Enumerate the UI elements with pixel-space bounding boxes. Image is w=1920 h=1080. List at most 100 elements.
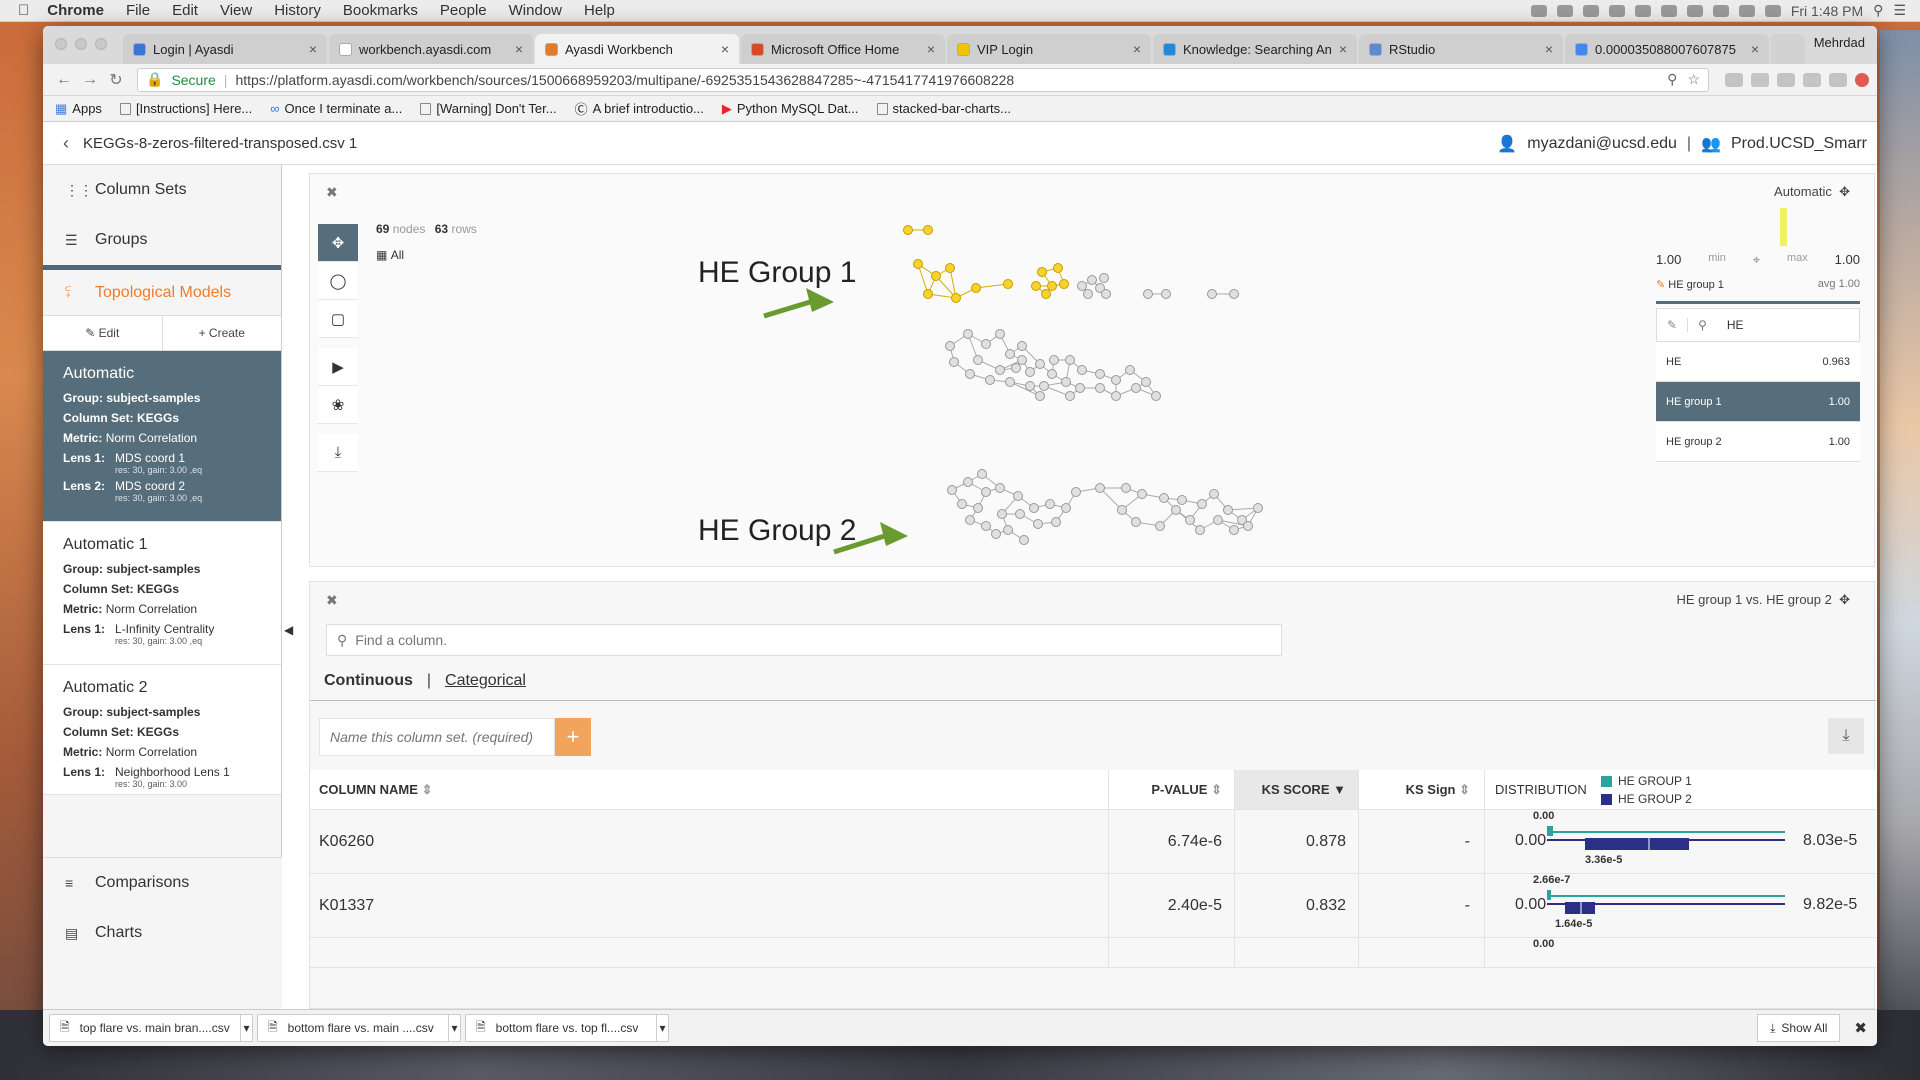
header-column-name[interactable]: COLUMN NAME ⇕ <box>310 782 1108 798</box>
graph-node[interactable] <box>949 357 959 367</box>
close-tab-icon[interactable]: × <box>721 41 729 57</box>
graph-node[interactable] <box>923 289 933 299</box>
graph-node[interactable] <box>1209 489 1219 499</box>
bookmark-item[interactable]: ∞ Once I terminate a... <box>270 101 402 116</box>
close-tab-icon[interactable]: × <box>1133 41 1141 57</box>
header-p-value[interactable]: P-VALUE ⇕ <box>1108 770 1234 809</box>
bookmark-apps[interactable]: ▦ Apps <box>55 101 102 117</box>
graph-node[interactable] <box>1171 505 1181 515</box>
sidebar-item-groups[interactable]: ☰ Groups <box>43 215 281 265</box>
graph-node[interactable] <box>973 503 983 513</box>
graph-node[interactable] <box>997 509 1007 519</box>
graph-node[interactable] <box>1071 487 1081 497</box>
graph-node[interactable] <box>1195 525 1205 535</box>
create-model-button[interactable]: + Create <box>161 316 282 350</box>
tray-icon[interactable] <box>1582 4 1599 17</box>
chevron-left-icon[interactable]: ‹ <box>63 133 69 154</box>
graph-node[interactable] <box>1131 517 1141 527</box>
graph-node[interactable] <box>1177 495 1187 505</box>
graph-node[interactable] <box>995 329 1005 339</box>
graph-node[interactable] <box>1005 377 1015 387</box>
extension-icon[interactable] <box>1725 72 1743 87</box>
graph-node[interactable] <box>1025 381 1035 391</box>
extension-icon[interactable] <box>1751 72 1769 87</box>
browser-tab[interactable]: Knowledge: Searching An × <box>1153 34 1357 64</box>
close-tab-icon[interactable]: × <box>1545 41 1553 57</box>
menu-edit[interactable]: Edit <box>172 2 198 19</box>
download-item[interactable]: 🗎 top flare vs. main bran....csv ▾ <box>49 1014 253 1042</box>
chevron-down-icon[interactable]: ▾ <box>656 1015 668 1041</box>
graph-node[interactable] <box>1155 521 1165 531</box>
time-machine-icon[interactable] <box>1660 4 1677 17</box>
bookmark-item[interactable]: [Warning] Don't Ter... <box>420 101 557 116</box>
graph-node[interactable] <box>1159 493 1169 503</box>
graph-node[interactable] <box>991 529 1001 539</box>
graph-node[interactable] <box>1059 279 1069 289</box>
zoom-window-button[interactable] <box>95 38 107 50</box>
graph-node[interactable] <box>1213 515 1223 525</box>
chevron-down-icon[interactable]: ▾ <box>448 1015 460 1041</box>
graph-node[interactable] <box>1077 281 1087 291</box>
graph-node[interactable] <box>945 341 955 351</box>
graph-node[interactable] <box>1125 365 1135 375</box>
close-tab-icon[interactable]: × <box>927 41 935 57</box>
menu-bookmarks[interactable]: Bookmarks <box>343 2 418 19</box>
column-set-name-input[interactable] <box>319 718 555 756</box>
topological-model-item[interactable]: Automatic Group: subject-samples Column … <box>43 351 281 522</box>
graph-node[interactable] <box>981 339 991 349</box>
browser-tab[interactable]: Ayasdi Workbench × <box>535 34 739 64</box>
graph-node[interactable] <box>1041 289 1051 299</box>
attribute-search[interactable]: ✎ ⚲ HE <box>1656 308 1860 342</box>
graph-node[interactable] <box>1017 355 1027 365</box>
graph-node[interactable] <box>1131 383 1141 393</box>
graph-node[interactable] <box>1207 289 1217 299</box>
location-key-icon[interactable]: ⚲ <box>1667 71 1677 88</box>
org-name[interactable]: Prod.UCSD_Smarr <box>1731 135 1867 153</box>
graph-node[interactable] <box>965 515 975 525</box>
graph-node[interactable] <box>1045 499 1055 509</box>
user-email[interactable]: myazdani@ucsd.edu <box>1527 135 1677 153</box>
graph-node[interactable] <box>1111 375 1121 385</box>
menu-people[interactable]: People <box>440 2 487 19</box>
close-tab-icon[interactable]: × <box>515 41 523 57</box>
sidebar-item-column-sets[interactable]: ⋮⋮ Column Sets <box>43 165 281 215</box>
browser-tab[interactable]: Login | Ayasdi × <box>123 34 327 64</box>
edit-model-button[interactable]: ✎ Edit <box>43 316 162 350</box>
add-column-set-button[interactable]: + <box>555 718 591 756</box>
attribute-search-input[interactable]: HE <box>1717 318 1754 332</box>
network-graph[interactable] <box>310 174 1876 568</box>
menubar-clock[interactable]: Fri 1:48 PM <box>1791 3 1863 19</box>
browser-tab[interactable]: RStudio × <box>1359 34 1563 64</box>
dropbox-icon[interactable] <box>1530 4 1547 17</box>
graph-node[interactable] <box>923 225 933 235</box>
reload-icon[interactable]: ↻ <box>103 70 129 90</box>
extension-icon[interactable] <box>1855 72 1869 87</box>
menu-history[interactable]: History <box>274 2 321 19</box>
graph-node[interactable] <box>947 485 957 495</box>
graph-node[interactable] <box>1185 515 1195 525</box>
header-ks-score[interactable]: KS SCORE ▼ <box>1234 770 1358 809</box>
volume-icon[interactable] <box>1738 4 1755 17</box>
download-results-button[interactable]: ⤓ <box>1828 718 1864 754</box>
graph-node[interactable] <box>931 271 941 281</box>
graph-node[interactable] <box>1229 525 1239 535</box>
extension-icon[interactable] <box>1803 72 1821 87</box>
browser-tab[interactable]: VIP Login × <box>947 34 1151 64</box>
graph-node[interactable] <box>1141 377 1151 387</box>
browser-tab[interactable]: 0.000035088007607875 × <box>1565 34 1769 64</box>
attribute-row[interactable]: HE group 2 1.00 <box>1656 422 1860 462</box>
extension-icon[interactable] <box>1829 72 1847 87</box>
wifi-icon[interactable] <box>1712 4 1729 17</box>
graph-node[interactable] <box>1005 349 1015 359</box>
spotlight-icon[interactable]: ⚲ <box>1873 2 1883 19</box>
graph-node[interactable] <box>977 469 987 479</box>
tray-icon[interactable] <box>1556 4 1573 17</box>
browser-tab[interactable]: workbench.ayasdi.com × <box>329 34 533 64</box>
graph-node[interactable] <box>913 259 923 269</box>
graph-node[interactable] <box>981 521 991 531</box>
bookmark-item[interactable]: Ⓒ A brief introductio... <box>575 99 704 118</box>
graph-node[interactable] <box>957 499 967 509</box>
close-tab-icon[interactable]: × <box>1339 41 1347 57</box>
pencil-icon[interactable]: ✎ <box>1657 318 1689 332</box>
graph-node[interactable] <box>1061 503 1071 513</box>
